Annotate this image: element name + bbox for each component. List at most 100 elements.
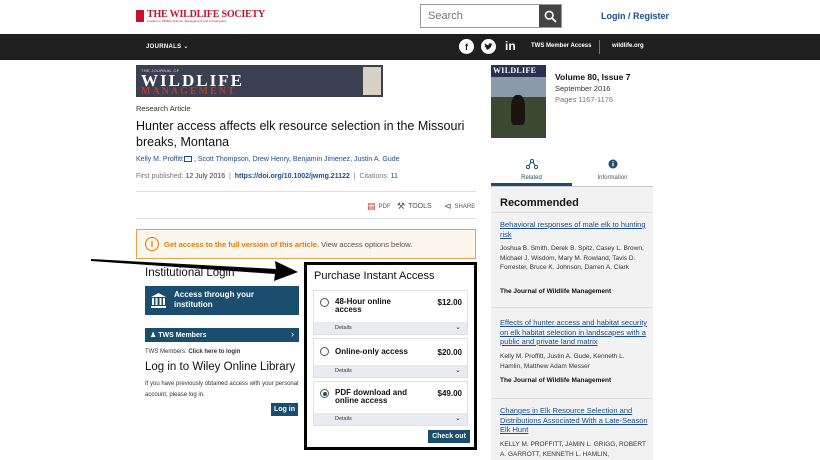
recommended-journal: The Journal of Wildlife Management — [500, 377, 612, 384]
recommended-journal: The Journal of Wildlife Management — [500, 288, 612, 295]
members-icon: ♟ — [150, 332, 157, 339]
issue-date: September 2016 — [555, 84, 611, 93]
tab-information-label: Information — [597, 175, 628, 181]
banner-management: MANAGEMENT — [141, 86, 237, 97]
tws-members-text: TWS Members — [158, 332, 207, 339]
article-title: Hunter access affects elk resource selec… — [136, 119, 465, 149]
citations-label: Citations: — [359, 173, 389, 180]
option-price: $20.00 — [437, 348, 462, 357]
details-label: Details — [335, 325, 352, 331]
publication-info: First published: 12 July 2016 | https://… — [136, 173, 398, 180]
purchase-option-48-hour[interactable]: 48-Hour online access $12.00 Details ⌄ — [313, 290, 468, 335]
share-button[interactable]: ⊲ SHARE — [444, 201, 475, 212]
tws-note-prefix: TWS Members: — [145, 349, 187, 355]
author-link[interactable]: Kelly M. Proffitt — [136, 156, 183, 163]
author-link[interactable]: Drew Henry — [253, 156, 289, 163]
journal-cover[interactable]: WILDLIFE — [491, 65, 546, 138]
issue-volume[interactable]: Volume 80, Issue 7 — [555, 72, 630, 82]
facebook-icon[interactable]: f — [459, 39, 474, 54]
divider — [136, 218, 476, 219]
author-link[interactable]: Scott Thompson — [198, 156, 249, 163]
recommended-title-link[interactable]: Behavioral responses of male elk to hunt… — [500, 220, 648, 239]
twitter-icon[interactable] — [481, 39, 496, 54]
access-alert: i Get access to the full version of this… — [136, 229, 476, 259]
details-toggle[interactable]: Details ⌄ — [314, 365, 467, 377]
recommended-title-link[interactable]: Effects of hunter access and habitat sec… — [500, 318, 648, 347]
tab-related[interactable]: Related — [491, 157, 572, 186]
view-access-options-link[interactable]: View access options below. — [321, 240, 412, 249]
pdf-button[interactable]: ▤ PDF — [367, 201, 391, 212]
log-in-button[interactable]: Log in — [271, 403, 298, 416]
top-header: THE WILDLIFE SOCIETY Leaders in Wildlife… — [0, 0, 820, 34]
option-price: $12.00 — [437, 298, 462, 307]
wiley-login-note: If you have previously obtained access w… — [145, 381, 299, 398]
radio-button[interactable] — [320, 347, 329, 356]
doi-link[interactable]: https://doi.org/10.1002/jwmg.21122 — [235, 173, 350, 180]
logo-subtitle: Leaders in Wildlife Science, Management … — [147, 19, 227, 23]
journal-banner[interactable]: THE JOURNAL OF WILDLIFE MANAGEMENT — [136, 65, 383, 97]
tab-related-label: Related — [521, 175, 542, 181]
recommended-authors: KELLY M. PROFFITT, JAMIN L. GRIGG, ROBER… — [500, 441, 646, 458]
separator: | — [229, 173, 231, 180]
purchase-option-pdf-online[interactable]: PDF download and online access $49.00 De… — [313, 381, 468, 426]
option-label: Online-only access — [335, 347, 408, 356]
search-icon — [544, 10, 557, 23]
share-icon: ⊲ — [444, 201, 452, 211]
share-label: SHARE — [454, 203, 476, 210]
wildlife-org-link[interactable]: wildlife.org — [612, 43, 644, 49]
issue-pages: Pages 1167-1176 — [555, 95, 614, 104]
institutional-login-heading: Institutional Login — [145, 267, 235, 279]
details-toggle[interactable]: Details ⌄ — [314, 413, 467, 425]
recommended-title-link[interactable]: Changes in Elk Resource Selection and Di… — [500, 406, 648, 435]
tools-button[interactable]: ⚒ TOOLS — [397, 201, 432, 212]
login-register-link[interactable]: Login / Register — [601, 11, 669, 21]
tools-label: TOOLS — [408, 203, 432, 210]
tws-members-note: TWS Members: Click here to login — [145, 349, 240, 355]
citations-count[interactable]: 11 — [391, 173, 398, 180]
option-price: $49.00 — [437, 389, 462, 398]
pdf-icon: ▤ — [367, 201, 376, 211]
mail-icon[interactable] — [183, 156, 192, 162]
facebook-glyph: f — [465, 41, 468, 52]
wildlife-society-logo[interactable]: THE WILDLIFE SOCIETY Leaders in Wildlife… — [136, 8, 265, 24]
related-network-icon — [525, 159, 538, 169]
cover-photo-sky — [491, 77, 546, 97]
tws-member-access-link[interactable]: TWS Member Access — [531, 43, 591, 49]
details-toggle[interactable]: Details ⌄ — [314, 322, 467, 334]
details-label: Details — [335, 368, 352, 374]
banner-cover-thumbnail — [363, 67, 381, 95]
check-out-button[interactable]: Check out — [428, 430, 470, 443]
wrench-icon: ⚒ — [397, 201, 406, 211]
radio-button-selected[interactable] — [320, 389, 329, 398]
purchase-option-online-only[interactable]: Online-only access $20.00 Details ⌄ — [313, 338, 468, 378]
option-label: 48-Hour online access — [335, 297, 392, 314]
tab-information[interactable]: Information — [572, 157, 653, 186]
tws-members-button[interactable]: ♟ TWS Members › — [145, 328, 299, 342]
cover-elk-silhouette — [511, 95, 525, 125]
author-link[interactable]: Benjamin Jimenez — [293, 156, 350, 163]
access-through-institution-label: Access through your institution — [174, 290, 255, 309]
recommended-authors: Joshua B. Smith, Derek B. Spitz, Casey L… — [500, 245, 644, 271]
info-icon: i — [145, 237, 159, 251]
recommended-authors: Kelly M. Proffitt, Justin A. Gude, Kenne… — [500, 353, 625, 370]
linkedin-icon[interactable]: in — [505, 39, 516, 53]
chevron-down-icon: ⌄ — [183, 44, 189, 50]
radio-button[interactable] — [320, 298, 329, 307]
search-button[interactable] — [539, 5, 561, 27]
nav-bar: JOURNALS ⌄ f in TWS Member Access wildli… — [0, 34, 820, 60]
chevron-right-icon: › — [291, 329, 294, 339]
first-published-date: 12 July 2016 — [185, 173, 226, 180]
journals-menu[interactable]: JOURNALS ⌄ — [146, 43, 189, 50]
chevron-down-icon: ⌄ — [455, 415, 461, 422]
search-input[interactable] — [421, 5, 539, 27]
separator: | — [353, 173, 356, 180]
chevron-down-icon: ⌄ — [455, 367, 461, 374]
chevron-down-icon: ⌄ — [455, 324, 461, 331]
nav-divider — [599, 40, 600, 54]
author-link[interactable]: Justin A. Gude — [354, 156, 400, 163]
tws-login-link[interactable]: Click here to login — [188, 349, 240, 355]
twitter-bird-glyph — [484, 42, 493, 50]
recommended-heading: Recommended — [500, 197, 579, 209]
divider — [136, 191, 476, 192]
access-through-institution-button[interactable]: Access through your institution — [145, 286, 299, 315]
